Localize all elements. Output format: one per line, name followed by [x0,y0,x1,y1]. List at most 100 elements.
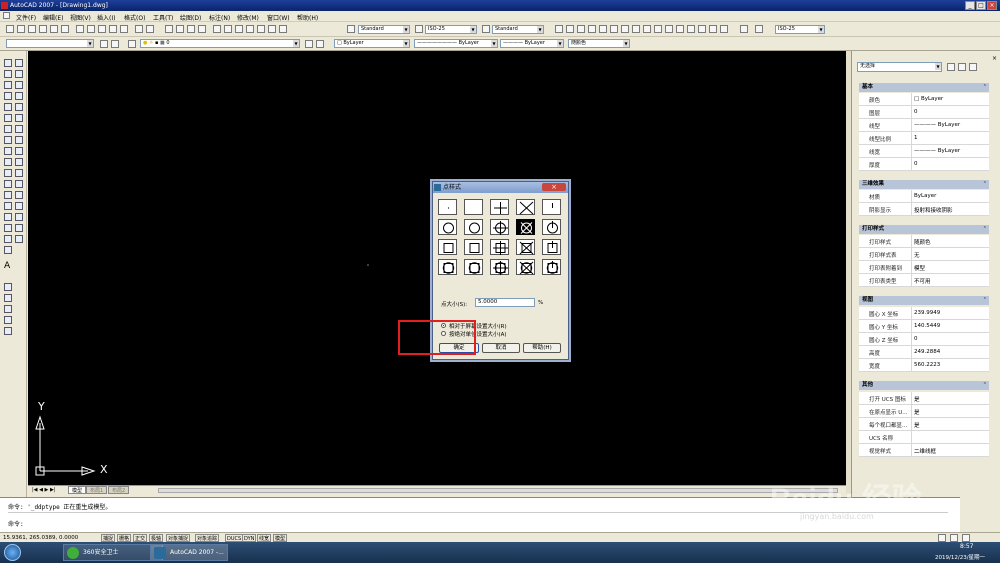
section-header-view[interactable]: 视图 ⌃ [859,296,989,305]
point-style-circle-square-tick[interactable] [542,259,561,275]
help-button[interactable]: 帮助(H) [523,343,561,353]
point-style-square-plus[interactable] [490,239,509,255]
property-row[interactable]: 线宽 ———— ByLayer [859,145,989,158]
property-row[interactable]: 打印样式表 无 [859,248,989,261]
menu-dimension[interactable]: 标注(N) [209,13,230,22]
baseline-dim-icon[interactable] [654,25,662,33]
make-current-icon[interactable] [305,40,313,48]
select-objects-icon[interactable] [958,63,966,71]
construction-line-icon[interactable] [4,70,12,78]
property-row[interactable]: 圆心 X 坐标 239.9949 [859,307,989,320]
zoom-realtime-icon[interactable] [176,25,184,33]
mtext-icon[interactable]: A [4,261,10,271]
lineweight-toggle[interactable]: 线宽 [257,534,272,542]
property-row[interactable]: 宽度 560.2223 [859,359,989,372]
rotate-icon[interactable] [15,125,23,133]
erase-icon[interactable] [15,59,23,67]
open-icon[interactable] [17,25,25,33]
redo-icon[interactable] [146,25,154,33]
grid-toggle[interactable]: 栅格 [117,534,132,542]
new-icon[interactable] [6,25,14,33]
circle-icon[interactable] [4,125,12,133]
coordinates-readout[interactable]: 15.9361, 265.0389, 0.0000 [3,534,78,542]
offset-icon[interactable] [15,92,23,100]
menu-format[interactable]: 格式(O) [124,13,145,22]
region-icon[interactable] [4,235,12,243]
tab-layout2[interactable]: 布局2 [108,486,130,494]
break-icon[interactable] [15,191,23,199]
zoom-window-icon[interactable] [187,25,195,33]
property-row[interactable]: 在原点显示 U... 是 [859,405,989,418]
linetype-select[interactable]: ———————— ByLayer ▼ [414,39,498,48]
point-style-circle-square-dot[interactable] [438,259,457,275]
menu-window[interactable]: 窗口(W) [267,13,290,22]
point-style-circle-cross-selected[interactable] [516,219,535,235]
point-style-circle-square[interactable] [464,259,483,275]
layer-manager-icon[interactable] [111,40,119,48]
rectangle-icon[interactable] [4,103,12,111]
property-row[interactable]: 高度 249.2884 [859,346,989,359]
undo-icon[interactable] [135,25,143,33]
dialog-close-icon[interactable]: × [542,183,566,191]
center-mark-icon[interactable] [687,25,695,33]
copy-object-icon[interactable] [15,70,23,78]
point-style-cross[interactable] [516,199,535,215]
section-header-plotstyle[interactable]: 打印样式 ⌃ [859,225,989,234]
point-style-square[interactable] [464,239,483,255]
chamfer-icon[interactable] [15,213,23,221]
publish-icon[interactable] [61,25,69,33]
color-select[interactable]: □ ByLayer ▼ [334,39,410,48]
otrack-toggle[interactable]: 对象追踪 [195,534,220,542]
osnap-toggle[interactable]: 对象捕捉 [166,534,191,542]
jogged-dim-icon[interactable] [610,25,618,33]
spline-icon[interactable] [4,147,12,155]
block-editor-icon[interactable] [120,25,128,33]
section-header-3d[interactable]: 三维效果 ⌃ [859,180,989,189]
taskbar-app-autocad[interactable]: AutoCAD 2007 -... [150,544,228,561]
tab-layout1[interactable]: 布局1 [86,486,108,494]
menu-help[interactable]: 帮助(H) [297,13,318,22]
point-style-tick[interactable] [542,199,561,215]
layer-tool4-icon[interactable] [4,316,12,324]
dim-text-edit-icon[interactable] [709,25,717,33]
preview-icon[interactable] [50,25,58,33]
sheet-set-icon[interactable] [246,25,254,33]
property-row[interactable]: 线型比例 1 [859,132,989,145]
continue-dim-icon[interactable] [665,25,673,33]
property-row[interactable]: 每个视口都显... 是 [859,418,989,431]
minimize-button[interactable]: _ [965,1,975,10]
property-row[interactable]: 视觉样式 二维线框 [859,444,989,457]
property-row[interactable]: 打印样式 随颜色 [859,235,989,248]
snap-toggle[interactable]: 捕捉 [101,534,116,542]
dim-style-select[interactable]: ISO-25 ▼ [425,25,477,34]
clock-time[interactable]: 8:57 [960,543,973,550]
menu-draw[interactable]: 绘图(D) [180,13,201,22]
property-row[interactable]: 打印表附着到 模型 [859,261,989,274]
menu-insert[interactable]: 插入(I) [97,13,115,22]
polygon-icon[interactable] [4,92,12,100]
section-header-misc[interactable]: 其他 ⌃ [859,381,989,390]
clean-screen-icon[interactable] [962,534,970,542]
polar-toggle[interactable]: 极轴 [149,534,164,542]
table-icon[interactable] [4,246,12,254]
quickcalc-icon[interactable] [268,25,276,33]
point-style-circle-plus[interactable] [490,219,509,235]
quick-select-icon[interactable] [969,63,977,71]
property-row[interactable]: 材质 ByLayer [859,190,989,203]
cut-icon[interactable] [76,25,84,33]
lock-icon[interactable] [938,534,946,542]
insert-block-icon[interactable] [4,180,12,188]
property-row[interactable]: 图层 0 [859,106,989,119]
radius-dim-icon[interactable] [599,25,607,33]
angular-dim-icon[interactable] [632,25,640,33]
palette-close-icon[interactable]: × [992,55,997,62]
plotstyle-select[interactable]: 随颜色 ▼ [568,39,630,48]
array-icon[interactable] [15,103,23,111]
dim-edit-icon[interactable] [698,25,706,33]
move-icon[interactable] [15,114,23,122]
toggle-pickadd-icon[interactable] [947,63,955,71]
property-row[interactable]: 圆心 Y 坐标 140.5449 [859,320,989,333]
point-style-square-tick[interactable] [542,239,561,255]
property-row[interactable]: 打印表类型 不可用 [859,274,989,287]
menu-view[interactable]: 视图(V) [70,13,91,22]
